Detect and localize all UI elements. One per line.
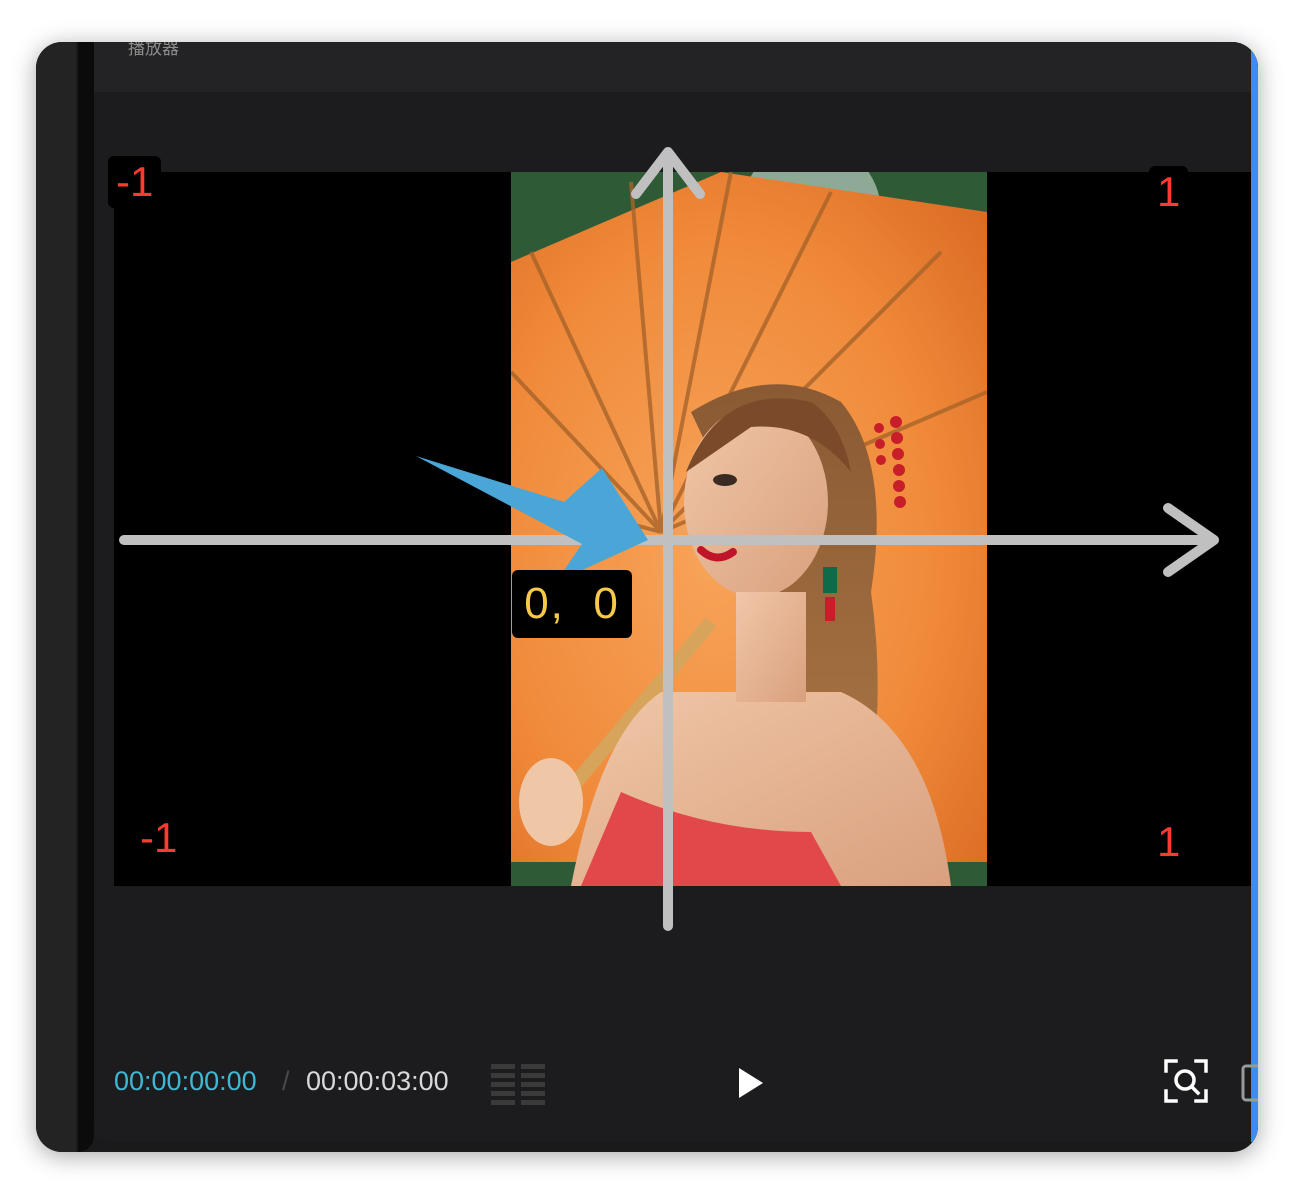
layout-icon[interactable] <box>1241 1064 1258 1109</box>
zoom-fit-button[interactable] <box>1163 1058 1209 1109</box>
play-button[interactable] <box>736 1066 766 1105</box>
timecode-separator: / <box>282 1066 290 1096</box>
current-timecode: 00:00:00:00 <box>114 1066 257 1096</box>
coordinate-overlay <box>119 147 1219 931</box>
zoom-fit-icon <box>1164 1059 1208 1103</box>
total-timecode: 00:00:03:00 <box>306 1066 449 1096</box>
playback-bar: 00:00:00:00 / 00:00:03:00 <box>36 1052 1258 1122</box>
play-icon <box>739 1068 763 1098</box>
origin-label: 0, 0 <box>512 570 632 638</box>
player-window: 播放器 -1 1 -1 1 0, 0 00:00:00:00 / 00:00:0… <box>36 42 1258 1152</box>
pointer-arrow-icon <box>416 456 648 582</box>
grid-bars-icon[interactable] <box>491 1062 549 1111</box>
